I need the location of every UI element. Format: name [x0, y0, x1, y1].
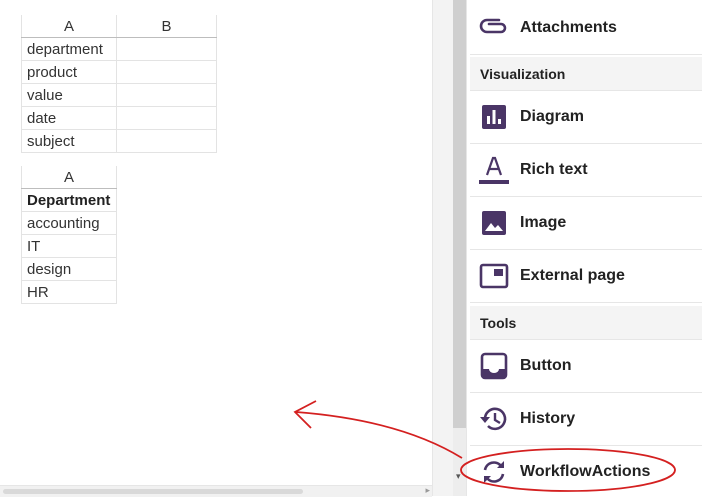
widget-panel: Attachments Visualization Diagram Rich t… — [466, 0, 702, 496]
grid-cell[interactable]: IT — [21, 234, 117, 258]
fields-grid[interactable]: A B department product value date subjec… — [21, 15, 217, 153]
section-visualization: Visualization — [470, 57, 702, 91]
horizontal-scroll-thumb[interactable] — [3, 489, 303, 494]
paperclip-icon — [470, 18, 518, 38]
widget-label: Rich text — [520, 161, 588, 178]
widget-image[interactable]: Image — [470, 197, 702, 250]
grid-cell[interactable] — [116, 83, 217, 107]
grid-cell[interactable]: HR — [21, 280, 117, 304]
grid-cell[interactable] — [116, 60, 217, 84]
grid-cell[interactable]: design — [21, 257, 117, 281]
panel-splitter[interactable] — [432, 0, 454, 496]
widget-attachments[interactable]: Attachments — [470, 2, 702, 55]
widget-workflow-actions[interactable]: WorkflowActions — [470, 446, 702, 498]
grid-cell[interactable]: date — [21, 106, 117, 130]
column-header-b[interactable]: B — [116, 15, 217, 38]
vertical-scroll-track[interactable] — [453, 428, 466, 496]
grid-cell[interactable]: department — [21, 37, 117, 61]
grid-cell[interactable]: accounting — [21, 211, 117, 235]
widget-label: History — [520, 410, 576, 427]
section-title: Visualization — [480, 65, 566, 82]
widget-label: Image — [520, 214, 567, 231]
widget-label: WorkflowActions — [520, 463, 651, 480]
horizontal-scrollbar[interactable]: ▸ — [0, 485, 432, 497]
widget-history[interactable]: History — [470, 393, 702, 446]
web-window-icon — [470, 263, 518, 289]
widget-external-page[interactable]: External page — [470, 250, 702, 303]
section-tools: Tools — [470, 306, 702, 340]
vertical-scroll-thumb[interactable] — [453, 0, 466, 428]
grid-cell[interactable] — [116, 129, 217, 153]
scroll-right-icon[interactable]: ▸ — [425, 485, 430, 496]
sync-icon — [470, 458, 518, 486]
widget-button[interactable]: Button — [470, 340, 702, 393]
grid-header-cell[interactable]: Department — [21, 188, 117, 212]
scroll-down-icon[interactable]: ▾ — [456, 471, 461, 482]
section-title: Tools — [480, 314, 517, 331]
canvas-area[interactable]: A B department product value date subjec… — [0, 0, 432, 485]
grid-cell[interactable]: product — [21, 60, 117, 84]
grid-cell[interactable]: value — [21, 83, 117, 107]
widget-diagram[interactable]: Diagram — [470, 91, 702, 144]
widget-label: Attachments — [520, 19, 617, 36]
bar-chart-icon — [470, 104, 518, 130]
grid-cell[interactable] — [116, 106, 217, 130]
inbox-button-icon — [470, 352, 518, 380]
column-header-a[interactable]: A — [21, 15, 117, 38]
widget-label: Button — [520, 357, 572, 374]
column-header-a[interactable]: A — [21, 166, 117, 189]
grid-cell[interactable]: subject — [21, 129, 117, 153]
widget-rich-text[interactable]: Rich text — [470, 144, 702, 197]
history-icon — [470, 405, 518, 433]
grid-cell[interactable] — [116, 37, 217, 61]
widget-label: Diagram — [520, 108, 585, 125]
image-icon — [470, 210, 518, 236]
widget-label: External page — [520, 267, 625, 284]
department-grid[interactable]: A Department accounting IT design HR — [21, 166, 117, 304]
text-format-icon — [470, 155, 518, 185]
